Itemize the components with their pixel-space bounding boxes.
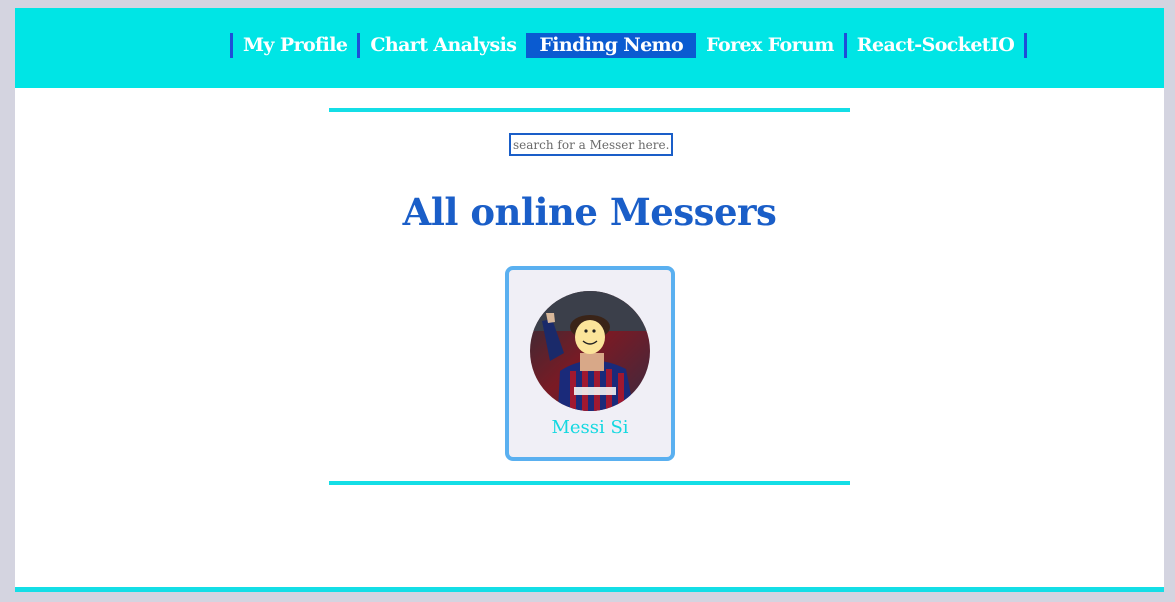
page-title: All online Messers (402, 190, 777, 234)
nav-link-my-profile[interactable]: My Profile (233, 33, 361, 58)
bottom-divider (329, 481, 850, 485)
nav-link-forex-forum[interactable]: Forex Forum (696, 33, 847, 58)
user-name[interactable]: Messi Si (509, 417, 671, 438)
search-input[interactable] (509, 133, 673, 156)
avatar-photo-icon (530, 291, 650, 411)
top-divider (329, 108, 850, 112)
top-navbar: My Profile Chart Analysis Finding Nemo F… (15, 8, 1164, 88)
nav-links: My Profile Chart Analysis Finding Nemo F… (230, 33, 1028, 58)
page-frame: My Profile Chart Analysis Finding Nemo F… (15, 8, 1164, 592)
nav-link-finding-nemo[interactable]: Finding Nemo (526, 33, 697, 58)
nav-link-chart-analysis[interactable]: Chart Analysis (360, 33, 526, 58)
user-avatar (530, 291, 650, 411)
user-card[interactable]: Messi Si (505, 266, 675, 461)
footer-bar (15, 587, 1164, 592)
nav-link-react-socketio[interactable]: React-SocketIO (847, 33, 1028, 58)
